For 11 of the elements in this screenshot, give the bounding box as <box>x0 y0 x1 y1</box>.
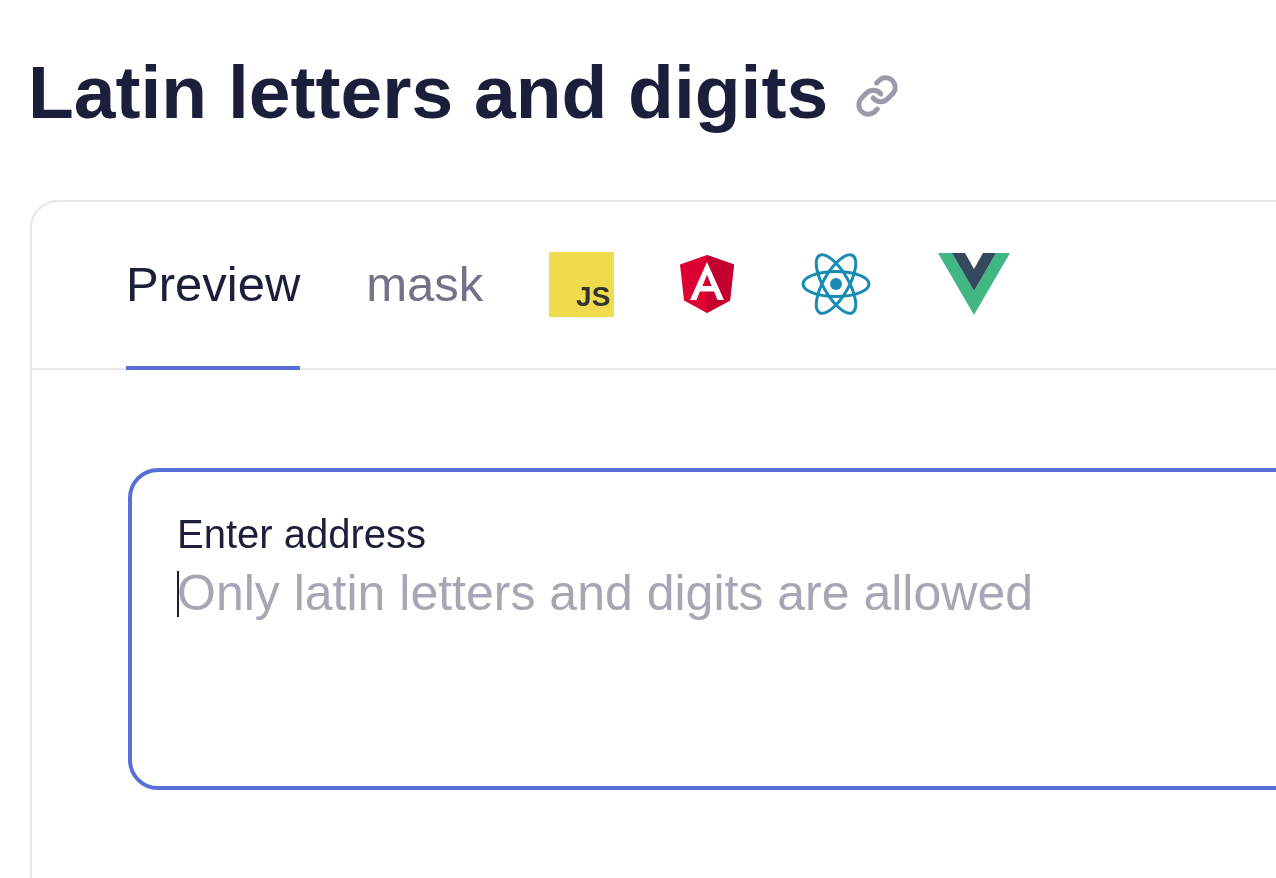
page-title: Latin letters and digits <box>28 49 829 135</box>
address-field[interactable]: Enter address Only latin letters and digits are allowed <box>128 468 1276 790</box>
text-input[interactable]: Only latin letters and digits are allowed <box>177 563 1276 623</box>
link-icon[interactable] <box>854 73 901 119</box>
v-logo-icon <box>938 253 1011 315</box>
tab[interactable]: Preview <box>126 202 301 370</box>
framework-tab[interactable]: JS <box>549 202 615 370</box>
atom-icon <box>800 252 873 316</box>
field-label: Enter address <box>177 512 428 557</box>
shield-logo-icon <box>680 255 735 313</box>
tab[interactable]: mask <box>366 202 484 370</box>
